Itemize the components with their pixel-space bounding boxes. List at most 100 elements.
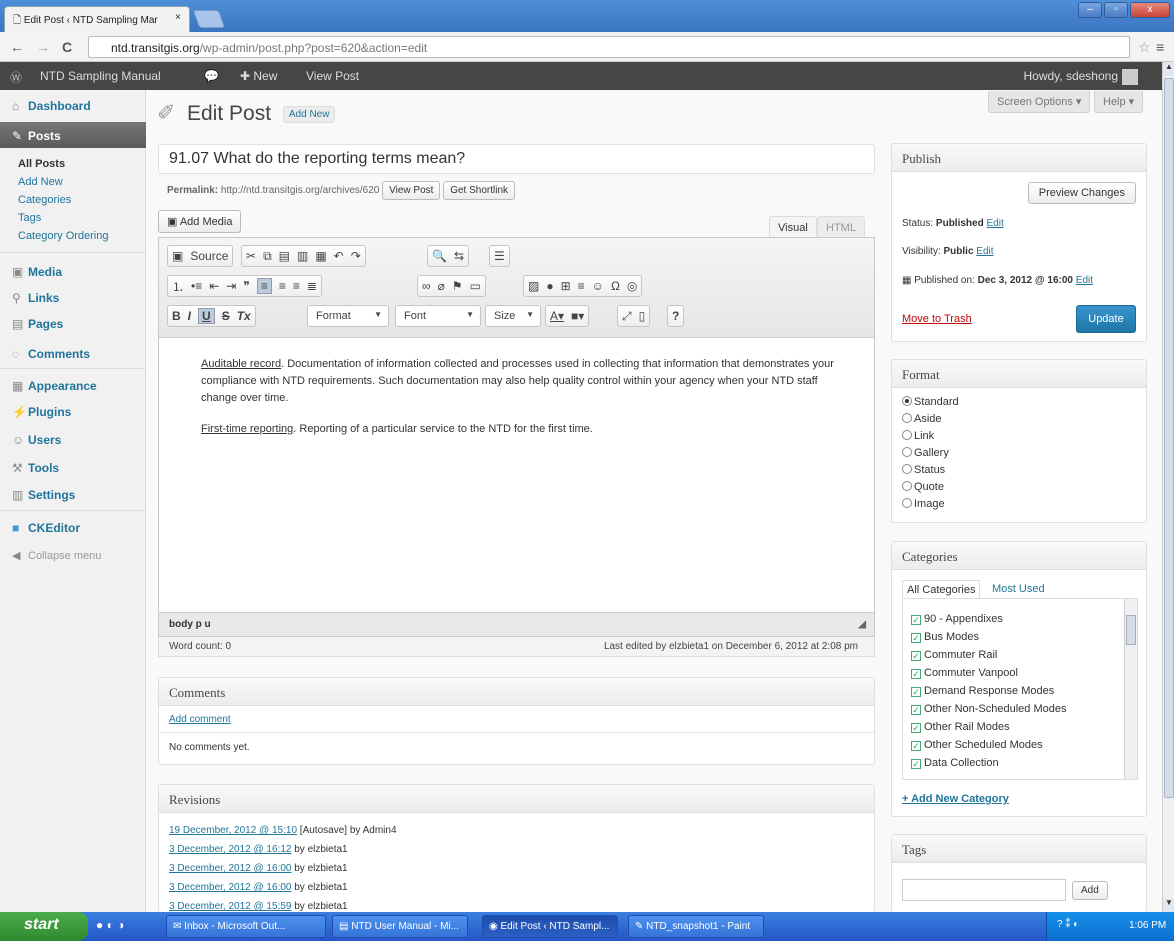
text-color-icon[interactable]: A▾	[550, 309, 564, 323]
revision-link[interactable]: 3 December, 2012 @ 16:00	[169, 882, 291, 893]
paste-icon[interactable]: ▤	[279, 249, 290, 263]
move-to-trash-link[interactable]: Move to Trash	[902, 313, 972, 325]
sidebar-sub-category-ordering[interactable]: Category Ordering	[18, 230, 109, 242]
align-left-icon[interactable]: ≡	[256, 278, 272, 294]
help-button[interactable]: Help ▾	[1094, 91, 1144, 113]
revision-link[interactable]: 3 December, 2012 @ 15:59	[169, 901, 291, 912]
page-break-icon[interactable]: ▭	[470, 279, 481, 293]
about-button[interactable]: ?	[667, 305, 685, 327]
taskbar-item-word[interactable]: ▤ NTD User Manual - Mi...	[332, 915, 468, 938]
format-option-status[interactable]: Status	[902, 464, 945, 476]
maximize-icon[interactable]: ▫	[1104, 2, 1128, 18]
remove-format-icon[interactable]: Tx	[237, 309, 251, 323]
permalink-url[interactable]: http://ntd.transitgis.org/archives/620	[221, 185, 379, 196]
format-select[interactable]: Format ▼	[307, 305, 389, 327]
select-all-button[interactable]: ☰	[489, 245, 510, 267]
sidebar-item-pages[interactable]: ▤ Pages	[0, 310, 146, 336]
format-option-standard[interactable]: Standard	[902, 396, 959, 408]
revision-link[interactable]: 3 December, 2012 @ 16:12	[169, 844, 291, 855]
add-new-button[interactable]: Add New	[282, 105, 336, 123]
wordpress-logo-icon[interactable]: Ⓦ	[10, 69, 22, 86]
unlink-icon[interactable]: ⌀	[438, 279, 445, 293]
indent-icon[interactable]: ⇥	[226, 279, 236, 293]
format-option-gallery[interactable]: Gallery	[902, 447, 949, 459]
sidebar-item-links[interactable]: ⚲ Links	[0, 284, 146, 310]
sidebar-item-ckeditor[interactable]: ■ CKEditor	[0, 514, 146, 540]
italic-icon[interactable]: I	[188, 309, 191, 323]
add-media-button[interactable]: ▣ Add Media	[158, 210, 242, 233]
format-option-aside[interactable]: Aside	[902, 413, 942, 425]
category-scrollbar[interactable]	[1124, 599, 1137, 779]
menu-icon[interactable]: ≡	[1156, 39, 1164, 55]
screen-options-button[interactable]: Screen Options ▾	[988, 91, 1091, 113]
sidebar-sub-categories[interactable]: Categories	[18, 194, 71, 206]
star-icon[interactable]: ☆	[1138, 39, 1151, 56]
bold-icon[interactable]: B	[172, 309, 181, 323]
category-item[interactable]: ✓ Other Scheduled Modes	[911, 739, 1043, 751]
copy-icon[interactable]: ⧉	[263, 249, 272, 264]
align-center-icon[interactable]: ≡	[279, 279, 286, 293]
link-icon[interactable]: ∞	[422, 279, 431, 293]
anchor-icon[interactable]: ⚑	[452, 279, 463, 293]
sidebar-sub-add-new[interactable]: Add New	[18, 176, 63, 188]
sidebar-item-comments[interactable]: ◌ Comments	[0, 340, 146, 366]
underline-icon[interactable]: U	[198, 308, 215, 324]
view-post-button[interactable]: View Post	[382, 181, 441, 200]
howdy-menu[interactable]: Howdy, sdeshong	[1024, 69, 1138, 85]
edit-date-link[interactable]: Edit	[1076, 275, 1093, 286]
tab-visual[interactable]: Visual	[769, 216, 817, 238]
sidebar-item-posts[interactable]: ✎ Posts	[0, 122, 146, 148]
tab-html[interactable]: HTML	[817, 216, 865, 238]
reload-icon[interactable]: C	[62, 39, 72, 55]
smiley-icon[interactable]: ☺	[592, 279, 604, 293]
edit-visibility-link[interactable]: Edit	[976, 246, 993, 257]
scrollbar-thumb[interactable]	[1126, 615, 1136, 645]
category-item[interactable]: ✓ Other Rail Modes	[911, 721, 1010, 733]
scroll-down-icon[interactable]: ▼	[1163, 898, 1174, 912]
tag-input[interactable]	[902, 879, 1066, 901]
sidebar-item-users[interactable]: ☺ Users	[0, 426, 146, 452]
redo-icon[interactable]: ↷	[351, 249, 361, 263]
sidebar-item-plugins[interactable]: ⚡Plugins	[0, 398, 146, 424]
start-button[interactable]: start	[0, 912, 88, 941]
numbered-list-icon[interactable]: ⒈	[172, 278, 184, 295]
add-tag-button[interactable]: Add	[1072, 881, 1108, 900]
justify-icon[interactable]: ≣	[307, 279, 317, 293]
sidebar-sub-tags[interactable]: Tags	[18, 212, 41, 224]
format-option-link[interactable]: Link	[902, 430, 934, 442]
add-comment-link[interactable]: Add comment	[169, 714, 231, 725]
forward-arrow-icon[interactable]: →	[36, 39, 50, 55]
tray-icons[interactable]: ? ⁑ ◐	[1057, 919, 1079, 930]
undo-icon[interactable]: ↶	[334, 249, 344, 263]
category-item[interactable]: ✓ 90 - Appendixes	[911, 613, 1003, 625]
table-icon[interactable]: ⊞	[561, 279, 571, 293]
source-button[interactable]: ▣ Source	[167, 245, 234, 267]
sidebar-item-media[interactable]: ▣ Media	[0, 258, 146, 284]
preview-changes-button[interactable]: Preview Changes	[1027, 182, 1136, 204]
paste-word-icon[interactable]: ▦	[315, 249, 326, 263]
minimize-icon[interactable]: –	[1078, 2, 1102, 18]
revision-link[interactable]: 3 December, 2012 @ 16:00	[169, 863, 291, 874]
browser-tab[interactable]: 🗋 Edit Post ‹ NTD Sampling Mar ×	[4, 6, 190, 32]
show-blocks-icon[interactable]: ▯	[639, 309, 646, 323]
edit-status-link[interactable]: Edit	[987, 218, 1004, 229]
flash-icon[interactable]: ●	[546, 279, 553, 293]
page-scrollbar[interactable]: ▲ ▼	[1162, 62, 1174, 912]
taskbar-item-outlook[interactable]: ✉ Inbox - Microsoft Out...	[166, 915, 326, 938]
category-item[interactable]: ✓ Data Collection	[911, 757, 999, 769]
revision-link[interactable]: 19 December, 2012 @ 15:10	[169, 825, 297, 836]
maximize-icon[interactable]: ⤢	[622, 309, 632, 324]
blockquote-icon[interactable]: ❞	[243, 279, 249, 293]
site-name-link[interactable]: NTD Sampling Manual	[40, 69, 161, 83]
update-button[interactable]: Update	[1076, 305, 1136, 333]
bullet-list-icon[interactable]: •≡	[191, 279, 202, 293]
back-arrow-icon[interactable]: ←	[10, 39, 24, 55]
post-title-input[interactable]: 91.07 What do the reporting terms mean?	[158, 144, 875, 174]
editor-content[interactable]: Auditable record. Documentation of infor…	[201, 356, 841, 452]
close-window-icon[interactable]: x	[1130, 2, 1170, 18]
comment-bubble-icon[interactable]: 💬	[204, 69, 219, 83]
quick-launch-icons[interactable]: ● ◐ ◑	[96, 918, 124, 932]
omega-icon[interactable]: Ω	[611, 279, 620, 293]
horizontal-rule-icon[interactable]: ≡	[578, 279, 585, 293]
strikethrough-icon[interactable]: S	[222, 309, 230, 323]
